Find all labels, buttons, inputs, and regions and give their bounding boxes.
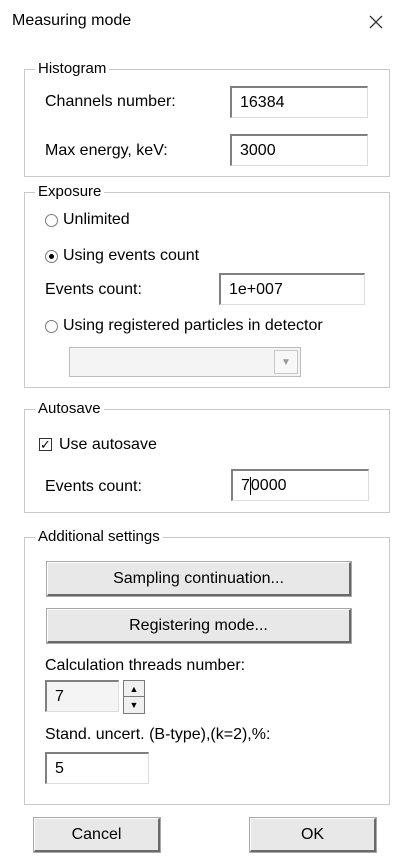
standard-uncertainty-label: Stand. uncert. (B-type),(k=2),%:	[45, 726, 271, 743]
autosave-legend: Autosave	[35, 400, 104, 418]
events-count-radio[interactable]	[45, 250, 58, 263]
ok-button[interactable]: OK	[249, 817, 377, 853]
histogram-group: Histogram Channels number: 16384 Max ene…	[24, 60, 390, 177]
exposure-legend: Exposure	[35, 183, 105, 201]
close-icon	[369, 15, 383, 29]
window-title: Measuring mode	[12, 12, 132, 29]
checkmark-icon: ✓	[40, 437, 51, 452]
title-bar: Measuring mode	[0, 0, 398, 56]
channels-number-label: Channels number:	[45, 93, 176, 110]
measuring-mode-dialog: Measuring mode Histogram Channels number…	[0, 0, 398, 861]
calculation-threads-label: Calculation threads number:	[45, 657, 246, 674]
use-autosave-checkbox[interactable]: ✓	[39, 438, 52, 451]
unlimited-radio-label[interactable]: Unlimited	[63, 210, 130, 230]
events-count-radio-label[interactable]: Using events count	[63, 246, 199, 266]
standard-uncertainty-field[interactable]: 5	[45, 752, 149, 784]
spin-up-button[interactable]: ▲	[124, 681, 144, 697]
registered-particles-radio-label[interactable]: Using registered particles in detector	[63, 316, 323, 336]
detector-select[interactable]: ▼	[69, 347, 301, 377]
use-autosave-label[interactable]: Use autosave	[59, 435, 157, 455]
max-energy-label: Max energy, keV:	[45, 142, 168, 159]
exposure-events-count-field[interactable]: 1e+007	[219, 273, 365, 305]
additional-settings-group: Additional settings Sampling continuatio…	[24, 528, 390, 805]
autosave-events-count-field[interactable]: 7 0000	[231, 469, 369, 501]
max-energy-field[interactable]: 3000	[230, 134, 368, 166]
histogram-legend: Histogram	[35, 60, 110, 78]
unlimited-radio[interactable]	[45, 214, 58, 227]
calculation-threads-spinner[interactable]: ▲ ▼	[123, 680, 145, 714]
exposure-group: Exposure Unlimited Using events count Ev…	[24, 183, 390, 388]
chevron-down-icon: ▼	[281, 356, 291, 368]
cancel-button[interactable]: Cancel	[33, 817, 161, 853]
autosave-events-count-label: Events count:	[45, 478, 142, 495]
calculation-threads-field[interactable]: 7	[45, 680, 119, 712]
arrow-down-icon: ▼	[129, 700, 139, 710]
exposure-events-count-label: Events count:	[45, 281, 142, 298]
detector-select-arrow[interactable]: ▼	[274, 350, 298, 374]
sampling-continuation-button[interactable]: Sampling continuation...	[46, 561, 352, 597]
registering-mode-button[interactable]: Registering mode...	[46, 608, 352, 644]
spin-down-button[interactable]: ▼	[124, 697, 144, 713]
channels-number-field[interactable]: 16384	[230, 86, 368, 118]
arrow-up-icon: ▲	[129, 683, 139, 694]
registered-particles-radio[interactable]	[45, 320, 58, 333]
close-button[interactable]	[362, 8, 390, 36]
autosave-group: Autosave ✓ Use autosave Events count: 70…	[24, 400, 390, 513]
additional-settings-legend: Additional settings	[35, 528, 163, 546]
